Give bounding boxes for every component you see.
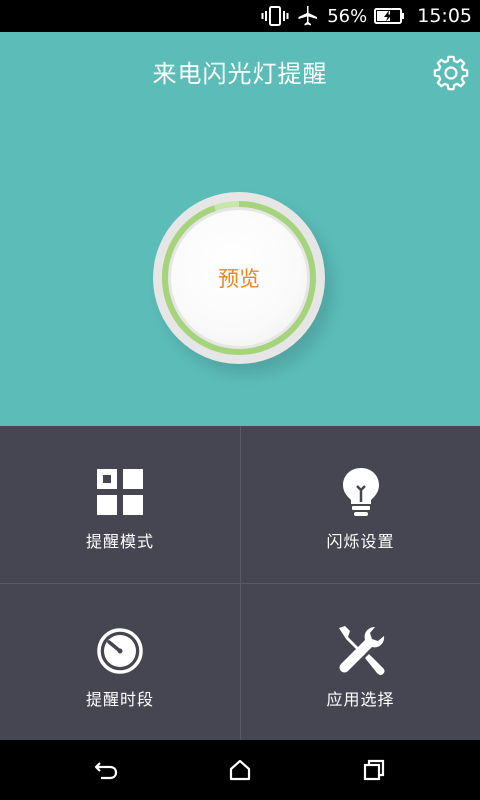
status-bar: 56% 15:05 [0,0,480,32]
lightbulb-icon [335,466,387,518]
gear-icon [433,55,469,91]
tile-label: 提醒时段 [85,690,154,709]
grid-icon [94,466,146,518]
vibrate-icon [261,5,289,27]
tile-label: 提醒模式 [85,532,154,551]
recents-button[interactable] [354,754,394,786]
airplane-icon [295,5,319,27]
back-icon [94,762,118,780]
tile-label: 闪烁设置 [326,532,395,551]
battery-percent: 56% [327,5,368,27]
function-grid: 提醒模式 闪烁设置 提醒时段 应用选择 [0,426,480,740]
home-icon [229,759,251,781]
clock: 15:05 [417,5,472,27]
battery-charging-icon [373,5,405,27]
tile-reminder-period[interactable]: 提醒时段 [0,583,240,740]
preview-area: 预览 [0,112,480,426]
tools-icon [335,624,387,676]
navigation-bar [0,740,480,800]
tile-label: 应用选择 [326,690,395,709]
timer-icon [94,624,146,676]
back-button[interactable] [86,754,126,786]
home-button[interactable] [220,754,260,786]
settings-button[interactable] [432,54,470,92]
app-header: 来电闪光灯提醒 [0,32,480,113]
tile-app-selection[interactable]: 应用选择 [240,583,480,740]
preview-button[interactable]: 预览 [171,210,307,346]
preview-dial: 预览 [153,192,325,364]
recents-icon [363,759,385,781]
preview-label: 预览 [218,267,260,291]
tile-flash-settings[interactable]: 闪烁设置 [240,426,480,583]
tile-reminder-mode[interactable]: 提醒模式 [0,426,240,583]
page-title: 来电闪光灯提醒 [152,60,328,88]
